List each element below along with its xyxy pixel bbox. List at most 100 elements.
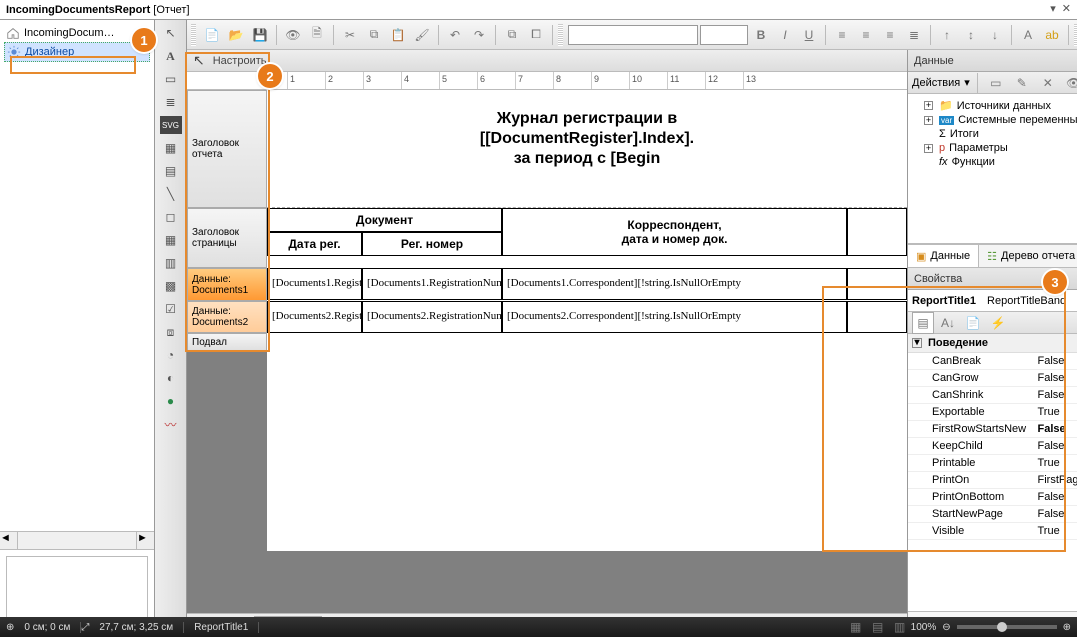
autoguides-icon[interactable]: ▥ — [889, 616, 911, 638]
tree-designer[interactable]: Дизайнер — [4, 42, 150, 62]
italic-icon[interactable]: I — [774, 24, 796, 46]
report-period-text[interactable]: за период с [Begin — [267, 150, 907, 168]
property-row[interactable]: FirstRowStartsNewFalse — [908, 421, 1077, 438]
property-row[interactable]: VisibleTrue — [908, 523, 1077, 540]
picture-tool-icon[interactable]: ▭ — [160, 70, 182, 88]
property-row[interactable]: ExportableTrue — [908, 404, 1077, 421]
col-header-regnum[interactable]: Рег. номер — [362, 232, 502, 256]
cellular-tool-icon[interactable]: ▩ — [160, 277, 182, 295]
underline-icon[interactable]: U — [798, 24, 820, 46]
align-justify-icon[interactable]: ≣ — [903, 24, 925, 46]
cut-icon[interactable]: ✂ — [339, 24, 361, 46]
property-grid[interactable]: ▾Поведение CanBreakFalseCanGrowFalseCanS… — [908, 334, 1077, 611]
map-tool-icon[interactable]: ● — [160, 392, 182, 410]
zoom-in-icon[interactable]: ⊕ — [1063, 622, 1071, 633]
matrix-tool-icon[interactable]: ▦ — [160, 231, 182, 249]
toolbar-grip-icon[interactable] — [191, 24, 196, 46]
paste-icon[interactable]: 📋 — [387, 24, 409, 46]
undo-icon[interactable]: ↶ — [444, 24, 466, 46]
data1-regnum-cell[interactable]: [Documents1.RegistrationNumber] — [362, 268, 502, 300]
data-new-icon[interactable]: ▭ — [985, 72, 1007, 94]
configure-bands-button[interactable]: Настроить — [213, 55, 267, 67]
data1-date-cell[interactable]: [Documents1.RegistrationD — [267, 268, 362, 300]
pointer-icon[interactable]: ↖ — [193, 52, 205, 69]
tree-root-report[interactable]: IncomingDocum… — [4, 24, 150, 42]
guides-icon[interactable]: ▤ — [867, 616, 889, 638]
checkbox-tool-icon[interactable]: ☑ — [160, 300, 182, 318]
data-view-icon[interactable]: 👁 — [1063, 72, 1077, 94]
table-tool-icon[interactable]: ▤ — [160, 162, 182, 180]
band-label-footer[interactable]: Подвал — [187, 333, 267, 351]
actions-dropdown[interactable]: Действия — [912, 77, 960, 89]
sparkline-tool-icon[interactable]: 〰 — [160, 415, 182, 433]
font-family-combo[interactable] — [568, 25, 698, 45]
align-left-icon[interactable]: ≡ — [831, 24, 853, 46]
prop-pages-icon[interactable]: 📄 — [962, 312, 984, 334]
subreport-tool-icon[interactable]: ▦ — [160, 139, 182, 157]
bold-icon[interactable]: B — [750, 24, 772, 46]
ungroup-icon[interactable]: ⧠ — [525, 24, 547, 46]
close-icon[interactable]: ✕ — [1062, 2, 1071, 15]
data1-extra-cell[interactable] — [847, 268, 907, 300]
prop-events-icon[interactable]: ⚡ — [987, 312, 1009, 334]
minimize-tool-icon[interactable]: ▾ — [1050, 2, 1056, 15]
property-row[interactable]: StartNewPageFalse — [908, 506, 1077, 523]
col-header-correspondent[interactable]: Корреспондент,дата и номер док. — [502, 208, 847, 256]
redo-icon[interactable]: ↷ — [468, 24, 490, 46]
toolbar-grip-icon[interactable] — [558, 24, 563, 46]
valign-top-icon[interactable]: ↑ — [936, 24, 958, 46]
new-icon[interactable]: 📄 — [201, 24, 223, 46]
data2-extra-cell[interactable] — [847, 301, 907, 333]
valign-middle-icon[interactable]: ↕ — [960, 24, 982, 46]
gauge-tool-icon[interactable]: ◐ — [160, 369, 182, 387]
dock-tab-data[interactable]: ▣Данные — [908, 245, 979, 267]
property-row[interactable]: PrintOnBottomFalse — [908, 489, 1077, 506]
data2-regnum-cell[interactable]: [Documents2.RegistrationNumber] — [362, 301, 502, 333]
grid-icon[interactable]: ▦ — [845, 616, 867, 638]
chevron-down-icon[interactable]: ▾ — [964, 76, 970, 89]
data-edit-icon[interactable]: ✎ — [1011, 72, 1033, 94]
valign-bottom-icon[interactable]: ↓ — [984, 24, 1006, 46]
zoom-out-icon[interactable]: ⊖ — [942, 622, 950, 633]
align-center-icon[interactable]: ≡ — [855, 24, 877, 46]
property-row[interactable]: CanBreakFalse — [908, 353, 1077, 370]
font-size-combo[interactable] — [700, 25, 748, 45]
property-row[interactable]: KeepChildFalse — [908, 438, 1077, 455]
col-header-date[interactable]: Дата рег. — [267, 232, 362, 256]
band-label-page-header[interactable]: Заголовок страницы — [187, 208, 267, 268]
group-icon[interactable]: ⧉ — [501, 24, 523, 46]
svg-tool-icon[interactable]: SVG — [160, 116, 182, 134]
align-right-icon[interactable]: ≡ — [879, 24, 901, 46]
chart-tool-icon[interactable]: ◔ — [160, 346, 182, 364]
report-index-text[interactable]: [[DocumentRegister].Index]. — [267, 130, 907, 148]
richtext-tool-icon[interactable]: ≣ — [160, 93, 182, 111]
shape-tool-icon[interactable]: ◻ — [160, 208, 182, 226]
data2-correspondent-cell[interactable]: [Documents2.Correspondent][!string.IsNul… — [502, 301, 847, 333]
property-row[interactable]: CanGrowFalse — [908, 370, 1077, 387]
col-header-extra[interactable] — [847, 208, 907, 256]
preview-icon[interactable]: 👁 — [282, 24, 304, 46]
col-header-document[interactable]: Документ — [267, 208, 502, 232]
data2-date-cell[interactable]: [Documents2.RegistrationD — [267, 301, 362, 333]
dock-tab-report-tree[interactable]: ☷Дерево отчета — [979, 245, 1077, 267]
data-delete-icon[interactable]: ✕ — [1037, 72, 1059, 94]
data1-correspondent-cell[interactable]: [Documents1.Correspondent][!string.IsNul… — [502, 268, 847, 300]
band-label-data1[interactable]: Данные: Documents1 — [187, 268, 267, 301]
line-tool-icon[interactable]: ╲ — [160, 185, 182, 203]
highlight-icon[interactable]: ab — [1041, 24, 1063, 46]
left-horizontal-scrollbar[interactable]: ◄► — [0, 531, 154, 549]
format-painter-icon[interactable]: 🖌 — [411, 24, 433, 46]
report-title-text[interactable]: Журнал регистрации в — [267, 110, 907, 128]
pointer-tool-icon[interactable]: ↖ — [160, 24, 182, 42]
font-color-icon[interactable]: A — [1017, 24, 1039, 46]
open-icon[interactable]: 📂 — [225, 24, 247, 46]
page-setup-icon[interactable]: 🗎 — [306, 24, 328, 46]
zip-tool-icon[interactable]: ⧈ — [160, 323, 182, 341]
band-label-data2[interactable]: Данные: Documents2 — [187, 301, 267, 333]
zoom-control[interactable]: 100% ⊖ ⊕ — [911, 622, 1071, 633]
barcode-tool-icon[interactable]: ▥ — [160, 254, 182, 272]
text-tool-icon[interactable]: A — [160, 47, 182, 65]
save-icon[interactable]: 💾 — [249, 24, 271, 46]
footer-band[interactable] — [267, 333, 907, 351]
band-label-report-title[interactable]: Заголовок отчета — [187, 90, 267, 208]
